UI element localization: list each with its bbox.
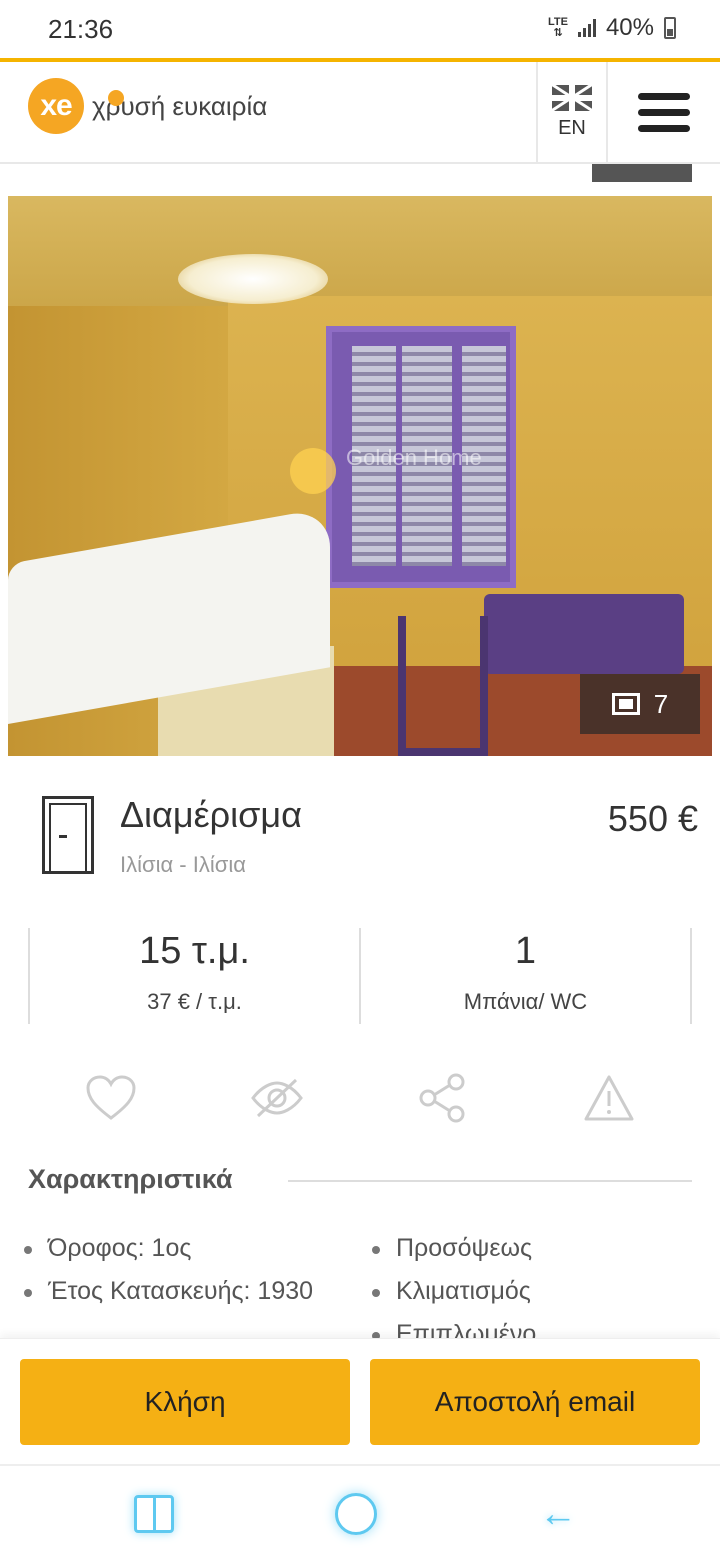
listing-actions xyxy=(28,1068,692,1128)
listing-photo[interactable]: Golden Home 7 xyxy=(8,196,712,756)
watermark-text: Golden Home xyxy=(346,445,482,470)
battery-icon xyxy=(664,17,676,39)
watermark-logo xyxy=(290,448,336,494)
chair xyxy=(398,616,488,756)
app-header: xe χρυσή ευκαιρία EN xyxy=(0,58,720,164)
ceiling-lamp xyxy=(178,254,328,304)
area-value: 15 τ.μ. xyxy=(139,930,250,972)
feature-item: Επιπλωμένο xyxy=(370,1318,700,1340)
listing-price: 550 € xyxy=(607,798,698,839)
listing-location: Ιλίσια - Ιλίσια xyxy=(120,852,246,877)
eye-slash-icon[interactable] xyxy=(247,1068,307,1128)
status-time: 21:36 xyxy=(48,14,114,44)
photo-count: 7 xyxy=(653,688,669,719)
feature-item: Κλιματισμός xyxy=(370,1275,700,1308)
signal-icon xyxy=(577,19,596,37)
feature-item: Έτος Κατασκευής: 1930 xyxy=(22,1275,352,1308)
call-button[interactable]: Κλήση xyxy=(20,1359,350,1445)
section-divider xyxy=(288,1180,692,1182)
feature-item: Προσόψεως xyxy=(370,1232,700,1265)
feature-item: Όροφος: 1ος xyxy=(22,1232,352,1265)
warning-icon[interactable] xyxy=(579,1068,639,1128)
bathrooms-stat: 1 Μπάνια/ WC xyxy=(359,928,690,1024)
features-list: Όροφος: 1ος Έτος Κατασκευής: 1930 Προσόψ… xyxy=(22,1232,702,1340)
heart-icon[interactable] xyxy=(81,1068,141,1128)
logo-dot xyxy=(108,90,124,106)
recent-apps-icon[interactable] xyxy=(130,1490,178,1538)
features-left-column: Όροφος: 1ος Έτος Κατασκευής: 1930 xyxy=(22,1232,352,1318)
features-right-column: Προσόψεως Κλιματισμός Επιπλωμένο xyxy=(370,1232,700,1340)
bathrooms-value: 1 xyxy=(514,930,537,972)
back-arrow-icon[interactable]: ← xyxy=(534,1490,582,1538)
status-indicators: LTE ⇅ 40% xyxy=(548,14,676,42)
listing-stats: 15 τ.μ. 37 € / τ.μ. 1 Μπάνια/ WC xyxy=(28,928,692,1024)
language-button[interactable]: EN xyxy=(536,62,608,162)
photo-count-button[interactable]: 7 xyxy=(580,674,700,734)
listing-type: Διαμέρισμα xyxy=(120,794,302,835)
battery-percent: 40% xyxy=(605,14,654,41)
system-nav-bar: ← xyxy=(0,1464,720,1560)
share-icon[interactable] xyxy=(413,1068,473,1128)
uk-flag-icon xyxy=(552,84,592,111)
area-stat: 15 τ.μ. 37 € / τ.μ. xyxy=(30,928,359,1024)
home-icon[interactable] xyxy=(332,1490,380,1538)
door-icon xyxy=(42,796,94,874)
header-tab-indicator xyxy=(592,164,692,182)
email-button[interactable]: Αποστολή email xyxy=(370,1359,700,1445)
lte-icon: LTE ⇅ xyxy=(547,16,568,39)
fullscreen-icon xyxy=(611,693,640,715)
contact-bar: Κλήση Αποστολή email xyxy=(0,1338,720,1464)
language-label: EN xyxy=(558,116,586,139)
features-title: Χαρακτηριστικά xyxy=(28,1164,233,1194)
status-bar: 21:36 LTE ⇅ 40% xyxy=(0,0,720,58)
network-label: LTE xyxy=(547,16,568,28)
price-per-sqm: 37 € / τ.μ. xyxy=(147,989,242,1014)
hamburger-menu-icon[interactable] xyxy=(608,62,720,162)
logo-mark: xe xyxy=(28,78,84,134)
site-logo[interactable]: xe χρυσή ευκαιρία xyxy=(28,78,267,134)
table xyxy=(484,594,684,674)
bathrooms-label: Μπάνια/ WC xyxy=(463,989,588,1014)
